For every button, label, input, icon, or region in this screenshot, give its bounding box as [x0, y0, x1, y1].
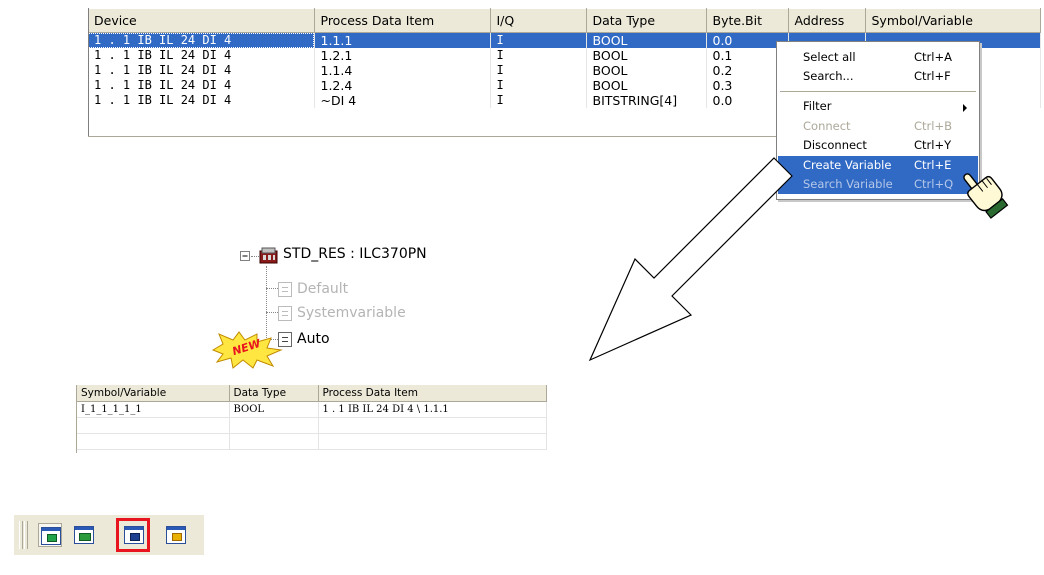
menu-item-connect: Connect Ctrl+B	[778, 117, 978, 136]
table-header: Symbol/Variable Data Type Process Data I…	[77, 385, 547, 402]
menu-item-shortcut: Ctrl+E	[914, 158, 952, 172]
table-row[interactable]: I_1_1_1_1_1 BOOL 1 . 1 IB IL 24 DI 4 \ 1…	[77, 401, 547, 418]
tree-root-label[interactable]: STD_RES : ILC370PN	[283, 246, 427, 262]
cell-data-type: BOOL	[229, 401, 319, 418]
unknown-device-button[interactable]	[164, 523, 188, 547]
menu-item-shortcut: Ctrl+F	[914, 69, 951, 83]
cell-device: 1 . 1 IB IL 24 DI 4	[88, 48, 315, 63]
column-header-process-data-item[interactable]: Process Data Item	[318, 385, 547, 402]
cell-iq: I	[490, 48, 587, 63]
network-view-icon	[74, 526, 94, 544]
tree-node-label: Systemvariable	[297, 305, 406, 321]
menu-item-search-variable: Search Variable Ctrl+Q	[778, 175, 978, 194]
device-view-button[interactable]	[38, 523, 62, 547]
column-header-data-type[interactable]: Data Type	[586, 8, 707, 33]
menu-item-label: Filter	[803, 99, 832, 113]
variable-group-icon	[278, 306, 292, 321]
menu-separator	[780, 91, 976, 92]
view-toolbar	[14, 515, 204, 555]
collapse-minus-icon	[240, 251, 250, 261]
cell-iq: I	[490, 63, 587, 78]
tree-expander[interactable]	[238, 248, 252, 262]
cell-data-type	[229, 417, 319, 434]
new-badge: NEW	[211, 330, 283, 370]
menu-item-shortcut: Ctrl+Y	[914, 138, 952, 152]
cell-data-type: BOOL	[586, 78, 707, 93]
tree-line	[266, 288, 278, 289]
tree-node-auto[interactable]: Auto	[278, 331, 378, 349]
toolbar-grip[interactable]	[24, 521, 28, 549]
table-header: Device Process Data Item I/Q Data Type B…	[88, 8, 1041, 33]
cell-process-data-item: 1.2.4	[314, 78, 491, 93]
cell-iq: I	[490, 78, 587, 93]
resource-icon	[259, 247, 278, 264]
menu-item-shortcut: Ctrl+B	[914, 119, 952, 133]
cell-process-data-item: 1.1.1	[314, 32, 491, 48]
cell-data-type: BOOL	[586, 48, 707, 63]
cell-device: 1 . 1 IB IL 24 DI 4	[88, 93, 315, 108]
cell-process-data-item	[318, 433, 547, 450]
cell-data-type: BITSTRING[4]	[586, 93, 707, 108]
table-row[interactable]	[77, 433, 547, 450]
column-header-data-type[interactable]: Data Type	[229, 385, 319, 402]
column-header-iq[interactable]: I/Q	[490, 8, 587, 33]
cell-symbol-variable: I_1_1_1_1_1	[77, 401, 230, 418]
column-header-byte-bit[interactable]: Byte.Bit	[706, 8, 789, 33]
table-bottom-border	[88, 136, 788, 137]
cell-device: 1 . 1 IB IL 24 DI 4	[88, 78, 315, 93]
cell-data-type	[229, 433, 319, 450]
flow-arrow-icon	[588, 157, 793, 362]
menu-item-create-variable[interactable]: Create Variable Ctrl+E	[778, 156, 978, 175]
cell-process-data-item: ~DI 4	[314, 93, 491, 108]
cell-data-type: BOOL	[586, 63, 707, 78]
cell-process-data-item: 1 . 1 IB IL 24 DI 4 \ 1.1.1	[318, 401, 547, 418]
hand-pointer-icon	[963, 173, 1009, 219]
column-header-symbol-variable[interactable]: Symbol/Variable	[77, 385, 230, 402]
cell-process-data-item: 1.2.1	[314, 48, 491, 63]
menu-item-disconnect[interactable]: Disconnect Ctrl+Y	[778, 136, 978, 155]
column-header-symbol-variable[interactable]: Symbol/Variable	[865, 8, 1041, 33]
cell-iq: I	[490, 32, 587, 48]
menu-item-label: Create Variable	[803, 158, 892, 172]
tree-line	[251, 256, 259, 257]
cell-process-data-item	[318, 417, 547, 434]
cell-symbol-variable	[77, 433, 230, 450]
submenu-arrow-icon	[963, 104, 967, 112]
menu-item-label: Connect	[803, 119, 851, 133]
cell-device: 1 . 1 IB IL 24 DI 4	[88, 63, 315, 78]
cell-process-data-item: 1.1.4	[314, 63, 491, 78]
tree-node-default[interactable]: Default	[278, 281, 438, 299]
tree-node-label: Default	[297, 281, 349, 297]
menu-item-shortcut: Ctrl+A	[914, 50, 952, 64]
menu-item-label: Disconnect	[803, 138, 867, 152]
menu-item-select-all[interactable]: Select all Ctrl+A	[778, 48, 978, 67]
tree-line	[266, 312, 278, 313]
table-row[interactable]	[77, 417, 547, 434]
tree-node-label: Auto	[297, 331, 330, 347]
menu-item-search[interactable]: Search... Ctrl+F	[778, 67, 978, 86]
context-menu: Select all Ctrl+A Search... Ctrl+F Filte…	[776, 41, 980, 200]
menu-item-label: Search Variable	[803, 177, 893, 191]
cell-iq: I	[490, 93, 587, 108]
highlight-box	[116, 518, 150, 552]
cell-data-type: BOOL	[586, 32, 707, 48]
unknown-device-icon	[166, 526, 186, 544]
device-view-icon	[41, 527, 61, 545]
variables-table: Symbol/Variable Data Type Process Data I…	[76, 385, 551, 453]
menu-item-label: Select all	[803, 50, 856, 64]
menu-item-filter[interactable]: Filter	[778, 97, 978, 116]
tree-line	[266, 266, 267, 340]
column-header-address[interactable]: Address	[788, 8, 866, 33]
table-left-border	[88, 8, 89, 136]
network-view-button[interactable]	[72, 523, 96, 547]
tree-node-systemvariable[interactable]: Systemvariable	[278, 305, 438, 323]
cell-symbol-variable	[77, 417, 230, 434]
cell-device: 1 . 1 IB IL 24 DI 4	[88, 32, 315, 48]
menu-item-label: Search...	[803, 69, 854, 83]
variable-group-icon	[278, 282, 292, 297]
column-header-process-data-item[interactable]: Process Data Item	[314, 8, 491, 33]
column-header-device[interactable]: Device	[88, 8, 315, 33]
toolbar-grip[interactable]	[19, 521, 23, 549]
menu-item-shortcut: Ctrl+Q	[914, 177, 954, 191]
